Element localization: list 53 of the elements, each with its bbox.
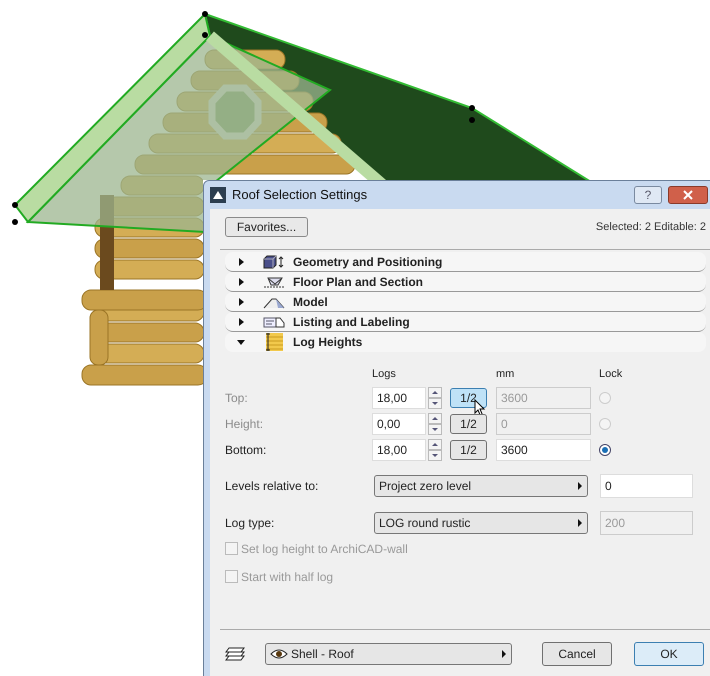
- panel-header[interactable]: Floor Plan and Section: [225, 272, 706, 292]
- layers-icon: [225, 646, 245, 660]
- panel-header[interactable]: Listing and Labeling: [225, 312, 706, 332]
- column-header: Logs: [372, 367, 397, 382]
- layer-dropdown[interactable]: Shell - Roof: [265, 642, 512, 664]
- row-label: Top:: [225, 390, 249, 406]
- close-button[interactable]: [668, 186, 708, 204]
- expand-arrow-icon: [237, 278, 245, 286]
- dropdown[interactable]: Project zero level: [374, 474, 588, 496]
- panel-title: Log Heights: [293, 334, 362, 351]
- panel-header[interactable]: Model: [225, 292, 706, 312]
- favorites-button[interactable]: Favorites...: [225, 217, 308, 237]
- panel-title: Geometry and Positioning: [293, 254, 442, 270]
- label-icon: [263, 314, 285, 328]
- logs-icon: [263, 332, 285, 352]
- spinner-icon[interactable]: [428, 386, 442, 408]
- expand-arrow-icon: [237, 318, 245, 326]
- expand-arrow-icon: [237, 258, 245, 266]
- lock-radio[interactable]: [599, 444, 611, 456]
- panel-title: Floor Plan and Section: [293, 274, 424, 290]
- app-icon: [210, 187, 226, 203]
- dialog-button[interactable]: Cancel: [542, 642, 612, 666]
- value-field[interactable]: 0: [600, 474, 693, 498]
- row-label: Bottom:: [225, 442, 268, 458]
- spinner-icon[interactable]: [428, 412, 442, 434]
- plan-icon: [263, 274, 285, 288]
- setting-label: Log type:: [225, 514, 276, 532]
- panel-title: Listing and Labeling: [293, 314, 410, 330]
- setting-label: Levels relative to:: [225, 478, 320, 494]
- dropdown-arrow-icon: [501, 650, 507, 658]
- spinner-icon[interactable]: [428, 438, 442, 460]
- panel-header[interactable]: Log Heights: [225, 332, 706, 352]
- column-header: Lock: [599, 367, 624, 382]
- mouse-cursor-icon: [474, 398, 486, 416]
- cube-icon: [263, 254, 285, 268]
- expand-arrow-icon: [237, 298, 245, 306]
- panel-title: Model: [293, 294, 328, 310]
- help-button[interactable]: ?: [634, 186, 662, 204]
- mm-field[interactable]: 3600: [496, 438, 591, 460]
- close-icon: [683, 190, 693, 200]
- dropdown[interactable]: LOG round rustic: [374, 512, 588, 534]
- column-header: mm: [496, 367, 516, 382]
- collapse-arrow-icon: [237, 338, 245, 346]
- half-button[interactable]: 1/2: [450, 440, 487, 460]
- dropdown-arrow-icon: [577, 482, 583, 490]
- dropdown-arrow-icon: [577, 518, 583, 526]
- logs-field[interactable]: 18,00: [372, 438, 426, 460]
- window-title: Roof Selection Settings: [232, 186, 368, 204]
- dialog-button[interactable]: OK: [634, 642, 704, 666]
- eye-icon: [270, 648, 288, 658]
- selection-info: Selected: 2 Editable: 2: [596, 220, 706, 235]
- row-label: Height:: [225, 416, 264, 432]
- panel-header[interactable]: Geometry and Positioning: [225, 252, 706, 272]
